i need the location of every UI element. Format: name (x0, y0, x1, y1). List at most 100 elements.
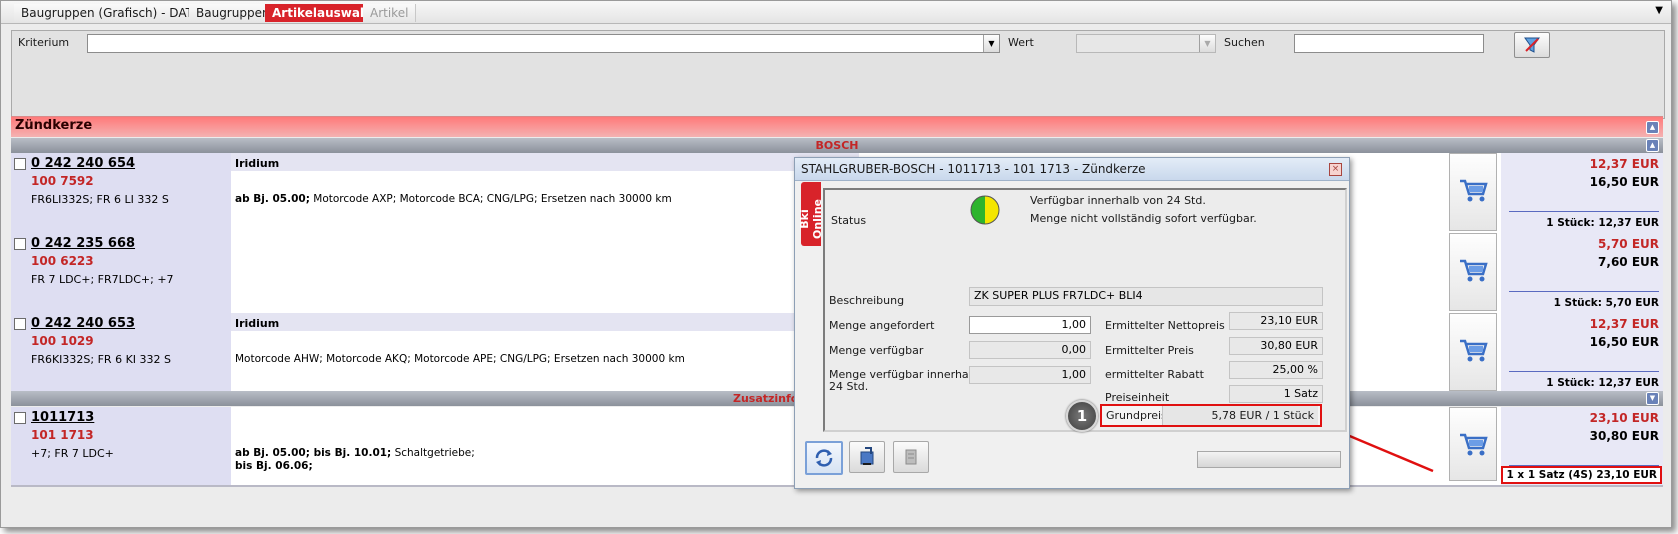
article-desc-text: Schaltgetriebe; (391, 447, 475, 459)
chevron-down-icon[interactable]: ▼ (1199, 35, 1215, 52)
menge-angefordert-label: Menge angefordert (829, 319, 935, 332)
tab-artikel[interactable]: Artikel (363, 4, 417, 22)
dialog-titlebar: STAHLGRUBER-BOSCH - 1011713 - 101 1713 -… (795, 158, 1349, 181)
article-desc-bold: ab Bj. 05.00; (235, 193, 310, 205)
nettopreis-field: 23,10 EUR (1229, 312, 1323, 330)
article-checkbox[interactable] (14, 158, 26, 170)
collapse-icon[interactable]: ▼ (1646, 392, 1659, 405)
menge-angefordert-input[interactable]: 1,00 (969, 316, 1091, 334)
tab-baugruppen-grafisch[interactable]: Baugruppen (Grafisch) - DAT (14, 4, 201, 22)
article-checkbox[interactable] (14, 238, 26, 250)
tool-icon (905, 449, 917, 465)
net-price: 12,37 EUR (1589, 157, 1659, 171)
beschreibung-label: Beschreibung (829, 294, 905, 307)
price-divider (1509, 291, 1659, 292)
collapse-icon[interactable]: ▲ (1646, 139, 1659, 152)
progress-bar (1197, 451, 1341, 468)
tab-strip: Baugruppen (Grafisch) - DAT Baugruppen A… (1, 1, 1671, 24)
article-description: ab Bj. 05.00; Motorcode AXP; Motorcode B… (235, 193, 672, 206)
add-to-cart-button[interactable] (1449, 313, 1497, 391)
preiseinheit-field: 1 Satz (1229, 385, 1323, 403)
beschreibung-field: ZK SUPER PLUS FR7LDC+ BLI4 (969, 287, 1323, 306)
list-price: 16,50 EUR (1589, 175, 1659, 189)
section-title: Zündkerze (15, 118, 93, 133)
export-icon (860, 447, 874, 465)
vertical-tab-bki-online[interactable]: Bki Online (798, 182, 824, 246)
list-price: 7,60 EUR (1598, 255, 1659, 269)
rabatt-label: ermittelter Rabatt (1105, 368, 1204, 381)
kriterium-label: Kriterium (18, 36, 70, 49)
refresh-icon (815, 449, 833, 467)
status-line-2: Menge nicht vollständig sofort verfügbar… (1030, 212, 1257, 225)
article-sub-number: 100 7592 (31, 174, 94, 188)
article-alias: FR6KI332S; FR 6 KI 332 S (31, 353, 171, 366)
net-price: 12,37 EUR (1589, 317, 1659, 331)
unit-price-highlighted: 1 x 1 Satz (4S) 23,10 EUR (1501, 466, 1662, 484)
collapse-icon[interactable]: ▲ (1646, 121, 1659, 134)
grundpreis-field: 5,78 EUR / 1 Stück (1162, 406, 1318, 425)
wert-select[interactable]: ▼ (1076, 34, 1216, 53)
dialog-toolbar (801, 440, 1341, 480)
unit-price: 1 Stück: 12,37 EUR (1546, 217, 1659, 229)
article-alias: FR6LI332S; FR 6 LI 332 S (31, 193, 169, 206)
article-desc-text: Motorcode AXP; Motorcode BCA; CNG/LPG; E… (309, 193, 672, 205)
group-label: BOSCH (815, 139, 859, 152)
rabatt-field: 25,00 % (1229, 361, 1323, 379)
article-alias: FR 7 LDC+; FR7LDC+; +7 (31, 273, 174, 286)
article-desc-bold: bis Bj. 06.06; (235, 460, 313, 472)
article-description: Motorcode AHW; Motorcode AKQ; Motorcode … (235, 353, 685, 366)
preis-label: Ermittelter Preis (1105, 344, 1194, 357)
price-cell: 23,10 EUR 30,80 EUR 1 x 1 Satz (4S) 23,1… (1501, 407, 1663, 485)
article-checkbox[interactable] (14, 412, 26, 424)
menge-24-label-2: 24 Std. (829, 380, 869, 393)
net-price: 5,70 EUR (1598, 237, 1659, 251)
vertical-tab-label: Bki Online (798, 199, 824, 240)
filter-button[interactable] (1514, 32, 1550, 58)
export-button[interactable] (849, 441, 885, 473)
list-price: 30,80 EUR (1589, 429, 1659, 443)
article-checkbox[interactable] (14, 318, 26, 330)
chevron-down-icon[interactable]: ▼ (983, 35, 999, 52)
status-label: Status (831, 214, 867, 227)
article-number-link[interactable]: 0 242 240 653 (31, 316, 135, 331)
cart-icon (1460, 259, 1488, 282)
price-divider (1509, 211, 1659, 212)
wert-label: Wert (1008, 36, 1034, 49)
article-number-link[interactable]: 0 242 235 668 (31, 236, 135, 251)
article-number-link[interactable]: 0 242 240 654 (31, 156, 135, 171)
status-line-1: Verfügbar innerhalb von 24 Std. (1030, 194, 1206, 207)
chevron-down-icon[interactable]: ▼ (1655, 5, 1663, 16)
disabled-tool-button[interactable] (893, 441, 929, 473)
menge-verfuegbar-label: Menge verfügbar (829, 344, 924, 357)
suchen-input[interactable] (1294, 34, 1484, 53)
group-band-bosch: BOSCH ▲ (11, 138, 1663, 153)
price-cell: 5,70 EUR 7,60 EUR 1 Stück: 5,70 EUR (1501, 233, 1663, 315)
article-description: ab Bj. 05.00; bis Bj. 10.01; Schaltgetri… (235, 447, 475, 473)
refresh-button[interactable] (805, 441, 843, 475)
add-to-cart-button[interactable] (1449, 233, 1497, 311)
article-sub-number: 100 6223 (31, 254, 94, 268)
filter-panel: Kriterium ▼ Wert ▼ Suchen (11, 30, 1665, 119)
article-number-link[interactable]: 1011713 (31, 410, 94, 425)
section-header: Zündkerze ▲ (11, 116, 1663, 137)
unit-price: 1 Stück: 5,70 EUR (1553, 297, 1659, 309)
add-to-cart-button[interactable] (1449, 407, 1497, 481)
price-divider (1509, 371, 1659, 372)
article-head: Iridium (235, 157, 280, 170)
grundpreis-label: Grundpreis (1106, 409, 1167, 422)
close-icon[interactable]: × (1329, 163, 1342, 176)
dialog-title: STAHLGRUBER-BOSCH - 1011713 - 101 1713 -… (801, 162, 1146, 176)
callout-badge: 1 (1066, 400, 1098, 432)
menge-verfuegbar-field: 0,00 (969, 341, 1091, 359)
nettopreis-label: Ermittelter Nettopreis (1105, 319, 1225, 332)
filter-icon (1524, 37, 1540, 53)
net-price: 23,10 EUR (1589, 411, 1659, 425)
kriterium-select[interactable]: ▼ (87, 34, 1000, 53)
article-head-cell (231, 153, 859, 171)
list-price: 16,50 EUR (1589, 335, 1659, 349)
availability-status-icon (970, 195, 1000, 225)
add-to-cart-button[interactable] (1449, 153, 1497, 231)
unit-price: 1 Stück: 12,37 EUR (1546, 377, 1659, 389)
article-info-dialog: STAHLGRUBER-BOSCH - 1011713 - 101 1713 -… (794, 157, 1350, 489)
price-cell: 12,37 EUR 16,50 EUR 1 Stück: 12,37 EUR (1501, 313, 1663, 395)
